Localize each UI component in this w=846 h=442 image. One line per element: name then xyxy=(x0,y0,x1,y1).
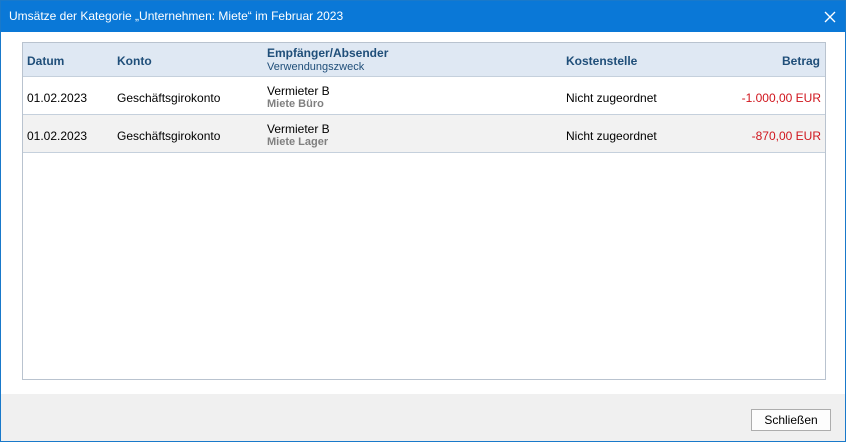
dialog-window: Umsätze der Kategorie „Unternehmen: Miet… xyxy=(0,0,846,442)
column-header-empfaenger[interactable]: Empfänger/Absender xyxy=(267,46,388,60)
title-bar[interactable]: Umsätze der Kategorie „Unternehmen: Miet… xyxy=(1,1,845,32)
cell-empfaenger: Vermieter B xyxy=(267,122,330,136)
transactions-table: Datum Konto Empfänger/Absender Verwendun… xyxy=(22,42,826,380)
cell-kostenstelle: Nicht zugeordnet xyxy=(566,129,657,143)
cell-verwendungszweck: Miete Lager xyxy=(267,136,329,148)
cell-kostenstelle: Nicht zugeordnet xyxy=(566,91,657,105)
close-icon[interactable] xyxy=(815,1,845,32)
cell-verwendungszweck: Miete Büro xyxy=(267,98,324,110)
table-row[interactable]: 01.02.2023 Geschäftsgirokonto Vermieter … xyxy=(23,77,825,115)
column-header-verwendungszweck[interactable]: Verwendungszweck xyxy=(267,61,364,73)
cell-betrag: -1.000,00 EUR xyxy=(741,91,821,105)
column-header-betrag[interactable]: Betrag xyxy=(782,54,820,68)
cell-datum: 01.02.2023 xyxy=(27,91,88,105)
close-icon-glyph xyxy=(824,11,836,22)
column-header-datum[interactable]: Datum xyxy=(27,54,64,68)
cell-empfaenger: Vermieter B xyxy=(267,84,330,98)
column-header-kostenstelle[interactable]: Kostenstelle xyxy=(566,54,637,68)
window-title: Umsätze der Kategorie „Unternehmen: Miet… xyxy=(9,9,344,23)
column-header-konto[interactable]: Konto xyxy=(117,54,152,68)
cell-betrag: -870,00 EUR xyxy=(751,129,821,143)
dialog-footer: Schließen xyxy=(1,394,845,441)
table-row[interactable]: 01.02.2023 Geschäftsgirokonto Vermieter … xyxy=(23,115,825,153)
cell-konto: Geschäftsgirokonto xyxy=(117,129,221,143)
table-header: Datum Konto Empfänger/Absender Verwendun… xyxy=(23,43,825,77)
dialog-content: Datum Konto Empfänger/Absender Verwendun… xyxy=(1,32,845,394)
cell-konto: Geschäftsgirokonto xyxy=(117,91,221,105)
close-button[interactable]: Schließen xyxy=(751,409,831,431)
cell-datum: 01.02.2023 xyxy=(27,129,88,143)
